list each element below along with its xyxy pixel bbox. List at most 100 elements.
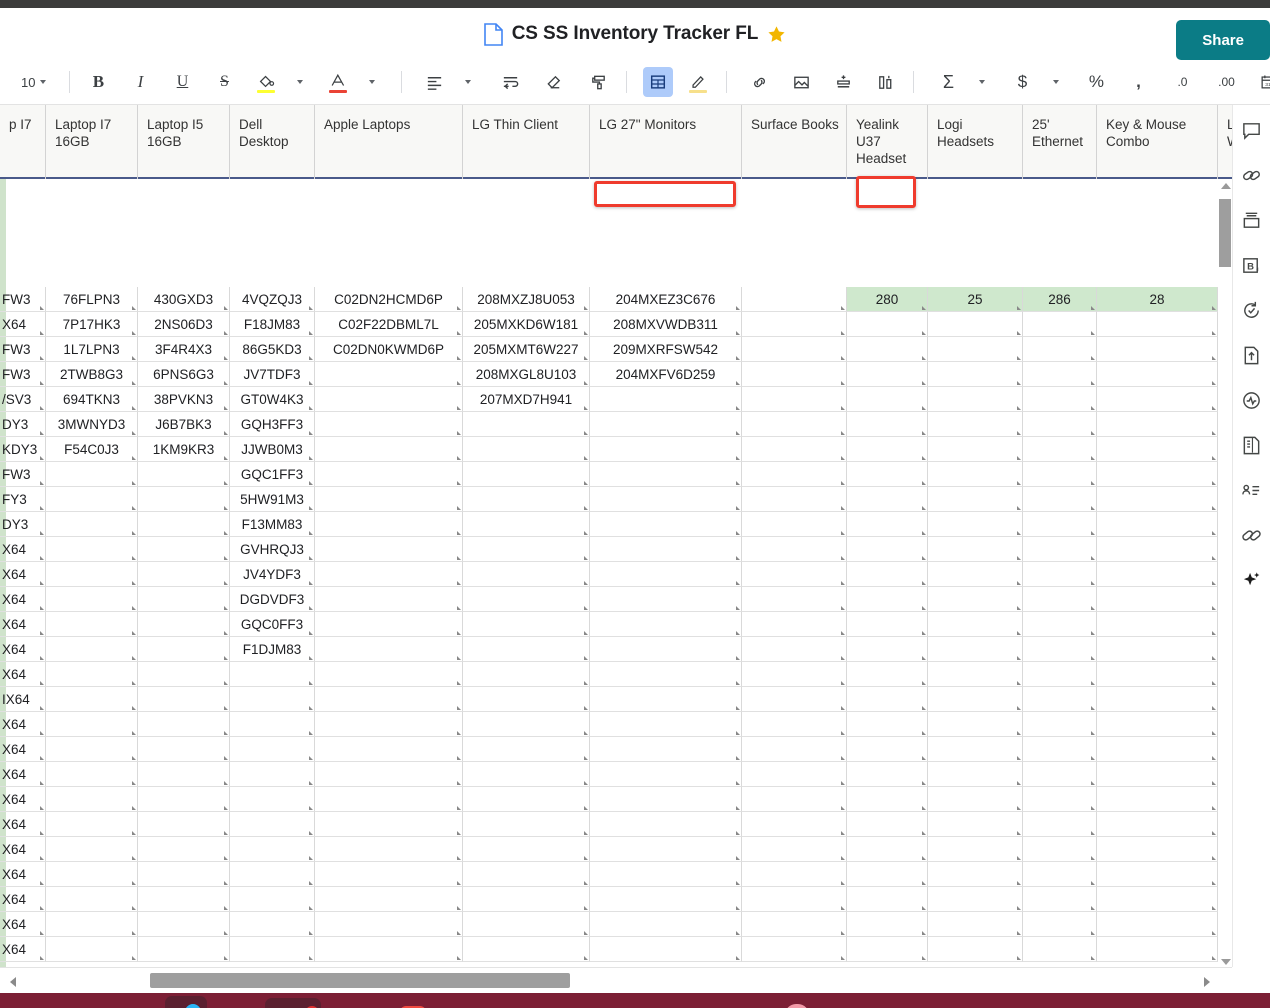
date-format-button[interactable]: 31	[1253, 67, 1270, 97]
grid-cell[interactable]	[463, 587, 590, 612]
grid-cell[interactable]	[742, 437, 847, 462]
grid-cell[interactable]	[315, 887, 463, 912]
text-color-button[interactable]	[323, 67, 353, 97]
grid-cell[interactable]	[315, 462, 463, 487]
grid-cell[interactable]	[742, 312, 847, 337]
grid-cell[interactable]	[46, 862, 138, 887]
grid-cell[interactable]	[463, 912, 590, 937]
grid-cell[interactable]	[928, 487, 1023, 512]
grid-cell[interactable]: X64	[0, 312, 46, 337]
grid-cell[interactable]: C02DN2HCMD6P	[315, 287, 463, 312]
link-chain-icon[interactable]	[1239, 162, 1265, 188]
grid-cell[interactable]	[847, 362, 928, 387]
grid-cell[interactable]	[590, 812, 742, 837]
grid-cell[interactable]	[46, 712, 138, 737]
presentation-icon[interactable]	[1239, 207, 1265, 233]
grid-cell[interactable]: FW3	[0, 287, 46, 312]
column-header[interactable]: p I7	[0, 105, 46, 179]
grid-cell[interactable]	[230, 912, 315, 937]
grid-cell[interactable]	[463, 812, 590, 837]
grid-cell[interactable]	[1097, 587, 1218, 612]
grid-cell[interactable]	[590, 912, 742, 937]
grid-cell[interactable]	[847, 387, 928, 412]
grid-cell[interactable]	[315, 362, 463, 387]
grid-cell[interactable]	[1023, 787, 1097, 812]
grid-cell[interactable]	[590, 512, 742, 537]
grid-cell[interactable]	[315, 412, 463, 437]
grid-cell[interactable]: J6B7BK3	[138, 412, 230, 437]
grid-cell[interactable]	[590, 712, 742, 737]
grid-cell[interactable]: 3MWNYD3	[46, 412, 138, 437]
grid-cell[interactable]	[463, 837, 590, 862]
grid-cell[interactable]	[1097, 387, 1218, 412]
grid-cell[interactable]	[463, 612, 590, 637]
grid-cell[interactable]	[590, 462, 742, 487]
grid-cell[interactable]: X64	[0, 937, 46, 962]
grid-cell[interactable]	[463, 637, 590, 662]
grid-cell[interactable]	[847, 812, 928, 837]
grid-cell[interactable]	[1023, 387, 1097, 412]
grid-cell[interactable]: 3F4R4X3	[138, 337, 230, 362]
grid-cell[interactable]: X64	[0, 712, 46, 737]
grid-cell[interactable]	[46, 837, 138, 862]
grid-cell[interactable]	[1023, 837, 1097, 862]
grid-cell[interactable]: 280	[847, 287, 928, 312]
grid-cell[interactable]	[590, 887, 742, 912]
borders-button[interactable]	[643, 67, 674, 97]
currency-format-button[interactable]: $	[1007, 67, 1037, 97]
grid-cell[interactable]	[847, 512, 928, 537]
grid-cell[interactable]: DY3	[0, 512, 46, 537]
grid-cell[interactable]	[463, 737, 590, 762]
grid-cell[interactable]	[138, 937, 230, 962]
grid-cell[interactable]	[230, 762, 315, 787]
comma-format-button[interactable]: ,	[1123, 67, 1153, 97]
grid-cell[interactable]: X64	[0, 537, 46, 562]
grid-cell[interactable]: GQH3FF3	[230, 412, 315, 437]
grid-cell[interactable]	[315, 912, 463, 937]
vertical-scrollbar[interactable]	[1218, 181, 1232, 967]
grid-cell[interactable]	[928, 312, 1023, 337]
grid-cell[interactable]	[590, 937, 742, 962]
grid-cell[interactable]	[1023, 662, 1097, 687]
grid-cell[interactable]	[742, 912, 847, 937]
grid-cell[interactable]	[1023, 437, 1097, 462]
grid-cell[interactable]: 286	[1023, 287, 1097, 312]
grid-cell[interactable]	[590, 862, 742, 887]
grid-cell[interactable]: 2NS06D3	[138, 312, 230, 337]
grid-cell[interactable]	[847, 712, 928, 737]
paint-format-button[interactable]	[583, 67, 613, 97]
grid-cell[interactable]	[928, 537, 1023, 562]
grid-cell[interactable]	[1023, 612, 1097, 637]
grid-cell[interactable]	[138, 887, 230, 912]
grid-cell[interactable]	[928, 687, 1023, 712]
grid-cell[interactable]	[46, 737, 138, 762]
column-header[interactable]: Dell Desktop	[230, 105, 315, 179]
currency-dropdown[interactable]	[1041, 67, 1071, 97]
grid-cell[interactable]	[847, 437, 928, 462]
grid-cell[interactable]	[138, 637, 230, 662]
grid-cell[interactable]	[1023, 312, 1097, 337]
chain-link-icon[interactable]	[1239, 522, 1265, 548]
grid-cell[interactable]	[847, 687, 928, 712]
grid-cell[interactable]	[928, 512, 1023, 537]
grid-cell[interactable]	[742, 337, 847, 362]
grid-cell[interactable]	[590, 487, 742, 512]
grid-cell[interactable]	[1097, 337, 1218, 362]
column-header[interactable]: LG Thin Client	[463, 105, 590, 179]
grid-cell[interactable]	[590, 437, 742, 462]
grid-cell[interactable]	[742, 412, 847, 437]
grid-cell[interactable]	[847, 487, 928, 512]
grid-cell[interactable]	[847, 562, 928, 587]
highlighter-button[interactable]	[683, 67, 713, 97]
grid-cell[interactable]	[928, 637, 1023, 662]
grid-cell[interactable]	[928, 737, 1023, 762]
grid-cell[interactable]	[1097, 712, 1218, 737]
grid-cell[interactable]	[315, 537, 463, 562]
grid-cell[interactable]	[1023, 762, 1097, 787]
grid-cell[interactable]	[590, 787, 742, 812]
grid-cell[interactable]	[847, 662, 928, 687]
grid-cell[interactable]	[463, 562, 590, 587]
grid-cell[interactable]	[1023, 812, 1097, 837]
scroll-down-arrow-icon[interactable]	[1221, 959, 1231, 965]
grid-cell[interactable]	[46, 562, 138, 587]
